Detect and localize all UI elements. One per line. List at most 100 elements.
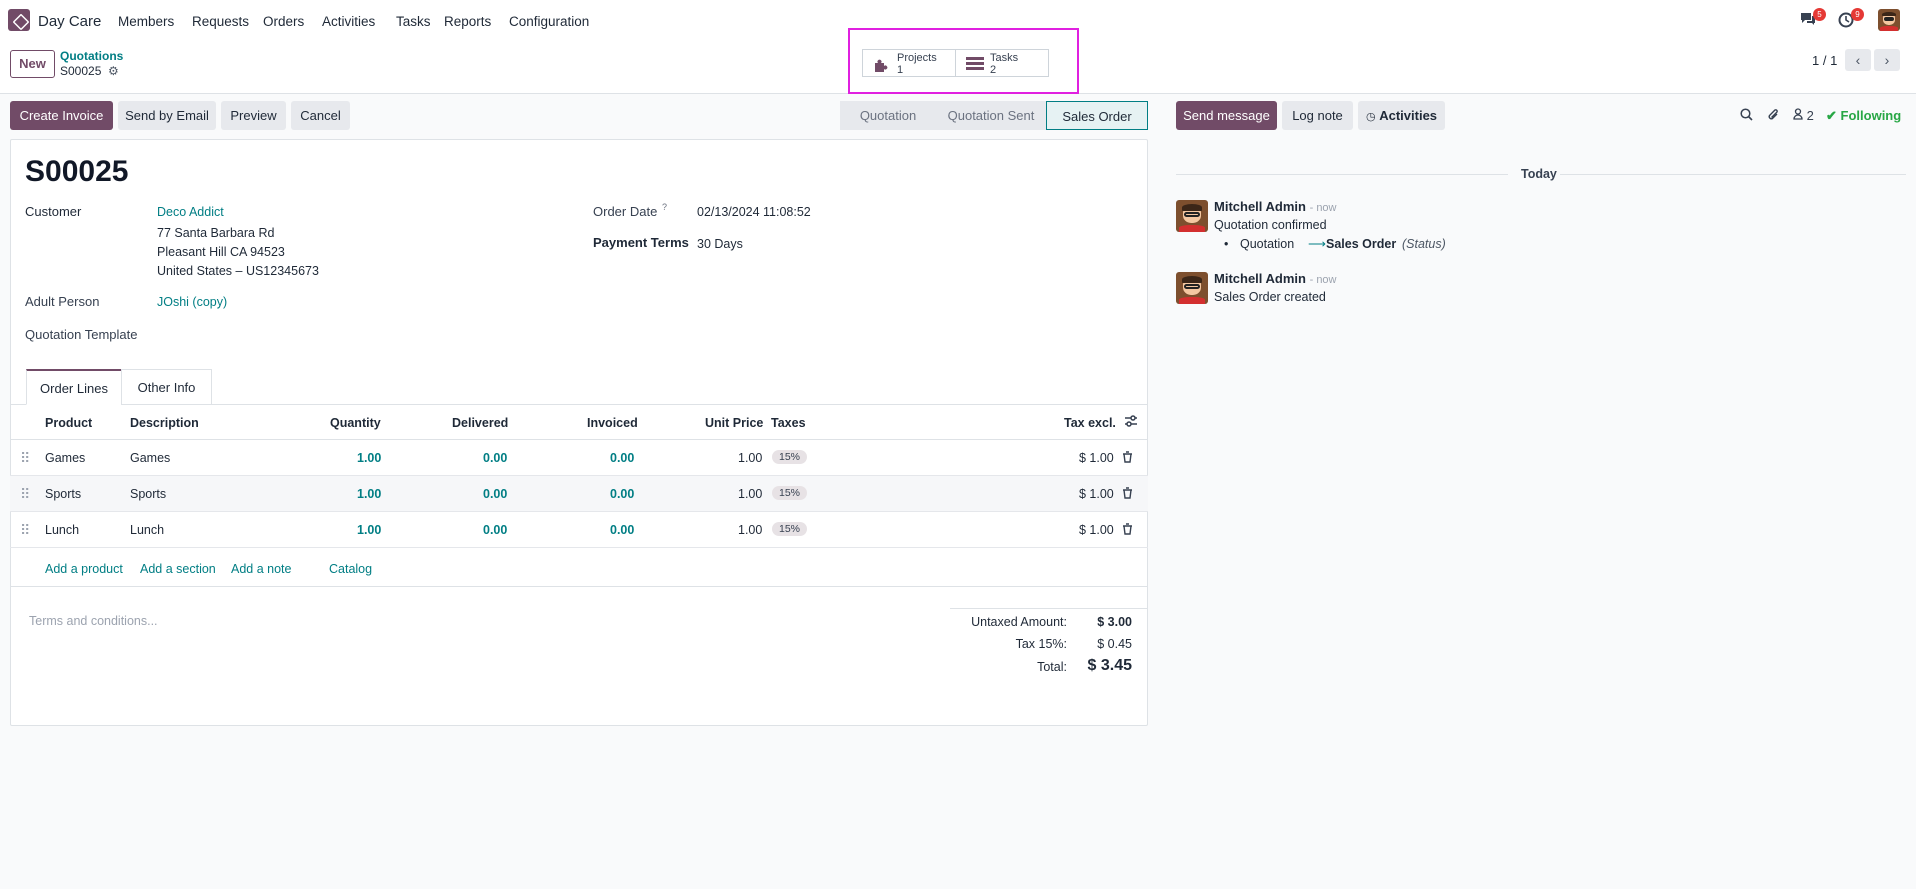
app-logo-icon[interactable] (8, 9, 30, 31)
log-note-button[interactable]: Log note (1282, 101, 1353, 130)
projects-label: Projects (897, 52, 937, 64)
menu-members[interactable]: Members (118, 14, 174, 29)
tab-order-lines[interactable]: Order Lines (26, 369, 122, 405)
tasks-smart-button[interactable]: Tasks 2 (955, 49, 1049, 77)
projects-smart-button[interactable]: Projects 1 (862, 49, 956, 77)
row-product[interactable]: Sports (45, 487, 81, 501)
gear-icon[interactable]: ⚙ (108, 64, 119, 78)
add-section-link[interactable]: Add a section (140, 562, 216, 576)
messages-icon[interactable]: 5 (1800, 8, 1826, 28)
message-author[interactable]: Mitchell Admin - now (1214, 271, 1337, 286)
row-invoiced[interactable]: 0.00 (610, 523, 634, 537)
catalog-link[interactable]: Catalog (329, 562, 372, 576)
row-quantity[interactable]: 1.00 (357, 487, 381, 501)
menu-orders[interactable]: Orders (263, 14, 304, 29)
row-unit-price[interactable]: 1.00 (738, 523, 762, 537)
row-description[interactable]: Sports (130, 487, 166, 501)
preview-button[interactable]: Preview (221, 101, 286, 130)
table-row[interactable]: ⠿ Games Games 1.00 0.00 0.00 1.00 15% $ … (10, 440, 1148, 476)
row-product[interactable]: Lunch (45, 523, 79, 537)
row-unit-price[interactable]: 1.00 (738, 451, 762, 465)
menu-requests[interactable]: Requests (192, 14, 249, 29)
trash-icon[interactable] (1122, 523, 1133, 538)
row-quantity[interactable]: 1.00 (357, 523, 381, 537)
status-quotation-sent[interactable]: Quotation Sent (936, 101, 1046, 130)
activities-label: Activities (1379, 108, 1438, 123)
adult-person-link[interactable]: JOshi (copy) (157, 295, 227, 309)
author-name[interactable]: Mitchell Admin (1214, 271, 1306, 286)
customer-link[interactable]: Deco Addict (157, 205, 224, 219)
row-invoiced[interactable]: 0.00 (610, 487, 634, 501)
trash-icon[interactable] (1122, 451, 1133, 466)
add-note-link[interactable]: Add a note (231, 562, 291, 576)
col-invoiced[interactable]: Invoiced (587, 416, 638, 430)
row-delivered[interactable]: 0.00 (483, 487, 507, 501)
row-delivered[interactable]: 0.00 (483, 523, 507, 537)
status-quotation[interactable]: Quotation (840, 101, 936, 130)
col-taxes[interactable]: Taxes (771, 416, 806, 430)
row-quantity[interactable]: 1.00 (357, 451, 381, 465)
terms-and-conditions-input[interactable]: Terms and conditions... (29, 614, 158, 628)
row-delivered[interactable]: 0.00 (483, 451, 507, 465)
paperclip-icon[interactable] (1767, 108, 1780, 125)
col-quantity[interactable]: Quantity (330, 416, 381, 430)
new-button[interactable]: New (10, 50, 55, 78)
author-avatar[interactable] (1176, 200, 1208, 232)
send-message-button[interactable]: Send message (1176, 101, 1277, 130)
add-product-link[interactable]: Add a product (45, 562, 123, 576)
activities-clock-icon[interactable]: 9 (1838, 8, 1864, 28)
pager-value[interactable]: 1 / 1 (1812, 53, 1837, 68)
tax-tag[interactable]: 15% (772, 522, 808, 536)
column-settings-icon[interactable] (1124, 414, 1138, 431)
author-name[interactable]: Mitchell Admin (1214, 199, 1306, 214)
app-name[interactable]: Day Care (38, 13, 101, 30)
tax-tag[interactable]: 15% (772, 486, 808, 500)
status-sales-order[interactable]: Sales Order (1046, 101, 1148, 130)
tasks-icon (966, 57, 984, 72)
drag-handle-icon[interactable]: ⠿ (20, 522, 30, 539)
tasks-label: Tasks (990, 52, 1019, 64)
message-author[interactable]: Mitchell Admin - now (1214, 199, 1337, 214)
table-row[interactable]: ⠿ Lunch Lunch 1.00 0.00 0.00 1.00 15% $ … (10, 512, 1148, 548)
menu-reports[interactable]: Reports (444, 14, 491, 29)
breadcrumb-quotations[interactable]: Quotations (60, 49, 123, 63)
payment-terms-value[interactable]: 30 Days (697, 237, 743, 251)
col-description[interactable]: Description (130, 416, 199, 430)
cancel-button[interactable]: Cancel (291, 101, 350, 130)
menu-activities[interactable]: Activities (322, 14, 375, 29)
order-date-help-icon[interactable]: ? (662, 202, 667, 212)
row-product[interactable]: Games (45, 451, 85, 465)
send-by-email-button[interactable]: Send by Email (118, 101, 216, 130)
create-invoice-button[interactable]: Create Invoice (10, 101, 113, 130)
table-row[interactable]: ⠿ Sports Sports 1.00 0.00 0.00 1.00 15% … (10, 476, 1148, 512)
col-tax-excl[interactable]: Tax excl. (1064, 416, 1116, 430)
tax-tag[interactable]: 15% (772, 450, 808, 464)
tax-label: Tax 15%: (1015, 637, 1067, 651)
row-unit-price[interactable]: 1.00 (738, 487, 762, 501)
pager-previous-icon[interactable]: ‹ (1845, 49, 1871, 71)
trash-icon[interactable] (1122, 487, 1133, 502)
drag-handle-icon[interactable]: ⠿ (20, 486, 30, 503)
search-icon[interactable] (1740, 108, 1753, 124)
col-product[interactable]: Product (45, 416, 92, 430)
row-invoiced[interactable]: 0.00 (610, 451, 634, 465)
user-avatar[interactable] (1878, 9, 1900, 31)
row-description[interactable]: Lunch (130, 523, 164, 537)
table-footer-divider (10, 586, 1148, 587)
col-delivered[interactable]: Delivered (452, 416, 508, 430)
following-button[interactable]: ✔ Following (1826, 108, 1901, 124)
tab-other-info[interactable]: Other Info (121, 369, 212, 405)
col-unit-price[interactable]: Unit Price (705, 416, 763, 430)
author-avatar[interactable] (1176, 272, 1208, 304)
breadcrumb-current: S00025 (60, 64, 102, 78)
messages-badge: 5 (1813, 8, 1826, 21)
row-description[interactable]: Games (130, 451, 170, 465)
pager-next-icon[interactable]: › (1874, 49, 1900, 71)
order-date-value[interactable]: 02/13/2024 11:08:52 (697, 205, 811, 219)
activities-button[interactable]: ◷ Activities (1358, 101, 1445, 130)
quotation-template-field[interactable] (157, 327, 457, 343)
menu-configuration[interactable]: Configuration (509, 14, 589, 29)
menu-tasks[interactable]: Tasks (396, 14, 431, 29)
followers-button[interactable]: 2 (1793, 108, 1814, 123)
drag-handle-icon[interactable]: ⠿ (20, 450, 30, 467)
